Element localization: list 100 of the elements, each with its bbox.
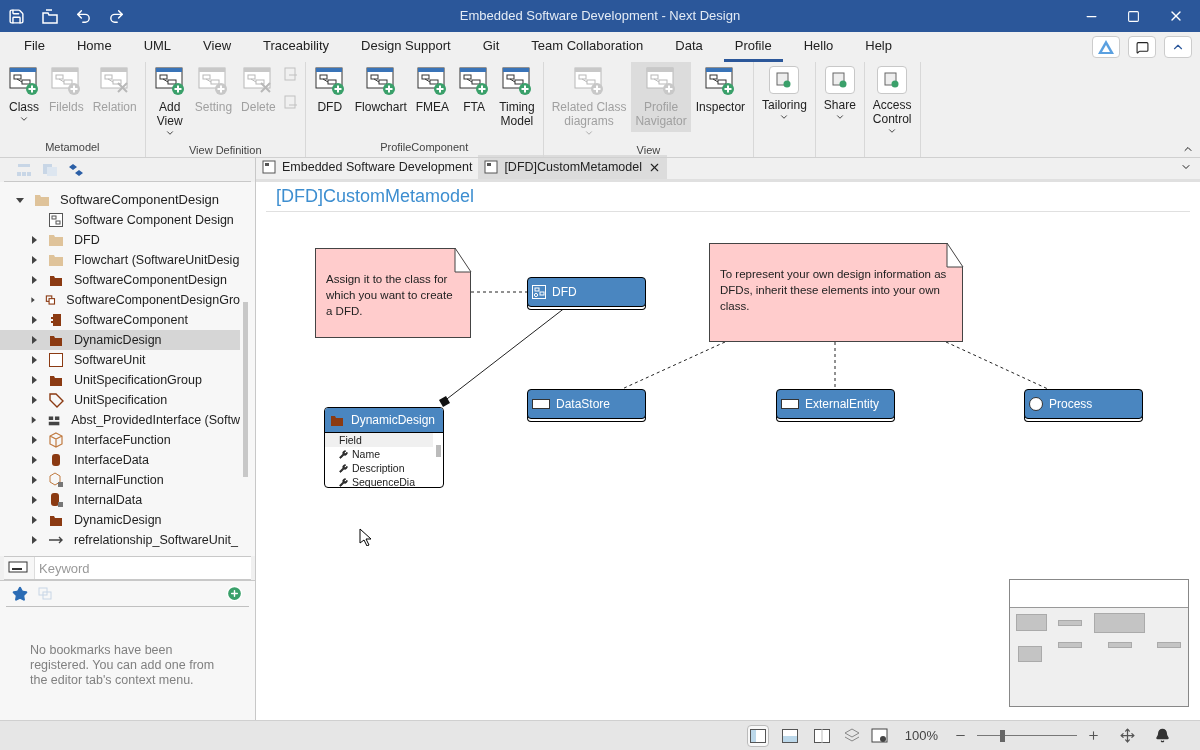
logo-button[interactable] bbox=[1092, 36, 1120, 58]
layers-icon[interactable] bbox=[842, 727, 861, 744]
collapsed-triangle-icon[interactable] bbox=[30, 236, 38, 244]
tree-item[interactable]: SoftwareComponent bbox=[0, 310, 240, 330]
dashed-connector bbox=[470, 291, 528, 293]
tree-item[interactable]: Software Component Design bbox=[0, 210, 240, 230]
tree-item[interactable]: InterfaceFunction bbox=[0, 430, 240, 450]
class-node[interactable]: Process bbox=[1024, 389, 1143, 419]
menu-tab[interactable]: Profile bbox=[723, 32, 783, 62]
collapsed-triangle-icon[interactable] bbox=[30, 256, 38, 264]
tree-item[interactable]: Abst_ProvidedInterface (Softw bbox=[0, 410, 240, 430]
tree-item[interactable]: refrelationship_SoftwareUnit_ bbox=[0, 530, 240, 550]
editor-tab[interactable]: [DFD]CustomMetamodel bbox=[478, 155, 667, 179]
undo-icon[interactable] bbox=[75, 7, 92, 25]
menu-tab[interactable]: Traceability bbox=[252, 32, 341, 62]
tree-item[interactable]: SoftwareUnit bbox=[0, 350, 240, 370]
menu-tab[interactable]: Hello bbox=[792, 32, 845, 62]
layout-button[interactable] bbox=[746, 724, 769, 747]
tag-icon bbox=[48, 392, 64, 408]
group-icon bbox=[45, 292, 57, 308]
diagram-add-icon bbox=[50, 66, 83, 96]
open-folder-icon[interactable] bbox=[41, 7, 59, 25]
collapsed-triangle-icon[interactable] bbox=[30, 476, 38, 484]
collapsed-triangle-icon[interactable] bbox=[30, 316, 38, 324]
ribbon-button[interactable]: Add View bbox=[149, 62, 190, 142]
maximize-icon[interactable] bbox=[1127, 9, 1140, 23]
star-icon[interactable] bbox=[12, 585, 28, 602]
note[interactable]: To represent your own design information as DFDs, inherit these elements into your own class. bbox=[709, 243, 963, 342]
tree-item[interactable]: DFD bbox=[0, 230, 240, 250]
tree-item[interactable]: Flowchart (SoftwareUnitDesig bbox=[0, 250, 240, 270]
wrench-icon bbox=[339, 477, 348, 487]
class-node[interactable]: ExternalEntity bbox=[776, 389, 895, 419]
zoom-level: 100% bbox=[903, 726, 939, 745]
tree-item[interactable]: InternalData bbox=[0, 490, 240, 510]
menu-tab[interactable]: Help bbox=[854, 32, 903, 62]
tree-item[interactable]: DynamicDesign bbox=[0, 330, 240, 350]
sync-icon[interactable] bbox=[68, 162, 84, 177]
ribbon-button[interactable]: Share bbox=[819, 62, 860, 122]
menu-tab[interactable]: Design Support bbox=[350, 32, 462, 62]
collapsed-triangle-icon[interactable] bbox=[30, 536, 38, 544]
collapsed-triangle-icon[interactable] bbox=[30, 456, 38, 464]
class-node[interactable]: DataStore bbox=[527, 389, 646, 419]
scrollbar[interactable] bbox=[243, 302, 248, 477]
note[interactable]: Assign it to the class for which you want to create a DFD. bbox=[315, 248, 471, 338]
caret-icon bbox=[779, 112, 790, 122]
ribbon-button[interactable]: Flowchart bbox=[350, 62, 411, 118]
menu-tab[interactable]: Git bbox=[471, 32, 511, 62]
tree-item[interactable]: SoftwareComponentDesignGro bbox=[0, 290, 240, 310]
save-icon[interactable] bbox=[8, 7, 25, 25]
menu-tab[interactable]: Data bbox=[664, 32, 714, 62]
menu-tab[interactable]: Home bbox=[65, 32, 123, 62]
collapsed-triangle-icon[interactable] bbox=[30, 416, 38, 424]
diagram-add-icon bbox=[500, 66, 533, 96]
diagram-add-icon bbox=[573, 66, 606, 96]
menu-tab[interactable]: File bbox=[13, 32, 56, 62]
zoom-slider[interactable] bbox=[977, 729, 1077, 742]
ribbon-button[interactable]: Timing Model bbox=[495, 62, 539, 132]
tree-item[interactable]: UnitSpecificationGroup bbox=[0, 370, 240, 390]
ribbon-button[interactable]: Access Control bbox=[868, 62, 916, 136]
notification-icon[interactable] bbox=[1155, 728, 1170, 743]
tree-item[interactable]: InternalFunction bbox=[0, 470, 240, 490]
ribbon-button[interactable]: Class bbox=[4, 62, 44, 128]
ribbon-button[interactable]: FMEA bbox=[411, 62, 454, 118]
search-field[interactable]: Keyword bbox=[34, 557, 251, 579]
page-settings-icon[interactable] bbox=[870, 727, 889, 744]
redo-icon[interactable] bbox=[108, 7, 125, 25]
slider-thumb[interactable] bbox=[1000, 729, 1005, 742]
diagram-add-icon bbox=[458, 66, 491, 96]
collapsed-triangle-icon[interactable] bbox=[30, 516, 38, 524]
collapsed-triangle-icon[interactable] bbox=[30, 336, 38, 344]
collapsed-triangle-icon[interactable] bbox=[30, 276, 38, 284]
tree-item[interactable]: InterfaceData bbox=[0, 450, 240, 470]
menu-tab[interactable]: Team Collaboration bbox=[520, 32, 655, 62]
ribbon-button[interactable]: Tailoring bbox=[758, 62, 811, 122]
fit-icon[interactable] bbox=[1120, 728, 1135, 743]
minimap[interactable] bbox=[1009, 579, 1189, 707]
menu-tab[interactable]: UML bbox=[132, 32, 183, 62]
feedback-button[interactable] bbox=[1128, 36, 1156, 58]
tree-item[interactable]: DynamicDesign bbox=[0, 510, 240, 530]
tree-item[interactable]: SoftwareComponentDesign bbox=[0, 270, 240, 290]
menu-tab[interactable]: View bbox=[192, 32, 243, 62]
tree-item[interactable]: SoftwareComponentDesign bbox=[60, 190, 219, 210]
collapsed-triangle-icon[interactable] bbox=[30, 396, 38, 404]
ribbon-button[interactable]: FTA bbox=[454, 62, 495, 118]
collapsed-triangle-icon[interactable] bbox=[30, 296, 36, 304]
tree-item[interactable]: UnitSpecification bbox=[0, 390, 240, 410]
collapse-ribbon-button[interactable] bbox=[1164, 36, 1192, 58]
add-icon[interactable] bbox=[226, 585, 243, 602]
ribbon-button[interactable]: Inspector bbox=[691, 62, 750, 118]
collapsed-triangle-icon[interactable] bbox=[30, 356, 38, 364]
expanded-triangle-icon[interactable] bbox=[16, 196, 24, 204]
collapsed-triangle-icon[interactable] bbox=[30, 436, 38, 444]
class-name: DFD bbox=[552, 284, 577, 301]
diagram-add-icon bbox=[645, 66, 678, 96]
collapsed-triangle-icon[interactable] bbox=[30, 376, 38, 384]
zoom-in-icon[interactable] bbox=[1087, 729, 1100, 742]
class-node[interactable]: DFD bbox=[527, 277, 646, 307]
ribbon-button[interactable]: DFD bbox=[309, 62, 350, 118]
collapsed-triangle-icon[interactable] bbox=[30, 496, 38, 504]
group-label: Metamodel bbox=[45, 140, 100, 153]
